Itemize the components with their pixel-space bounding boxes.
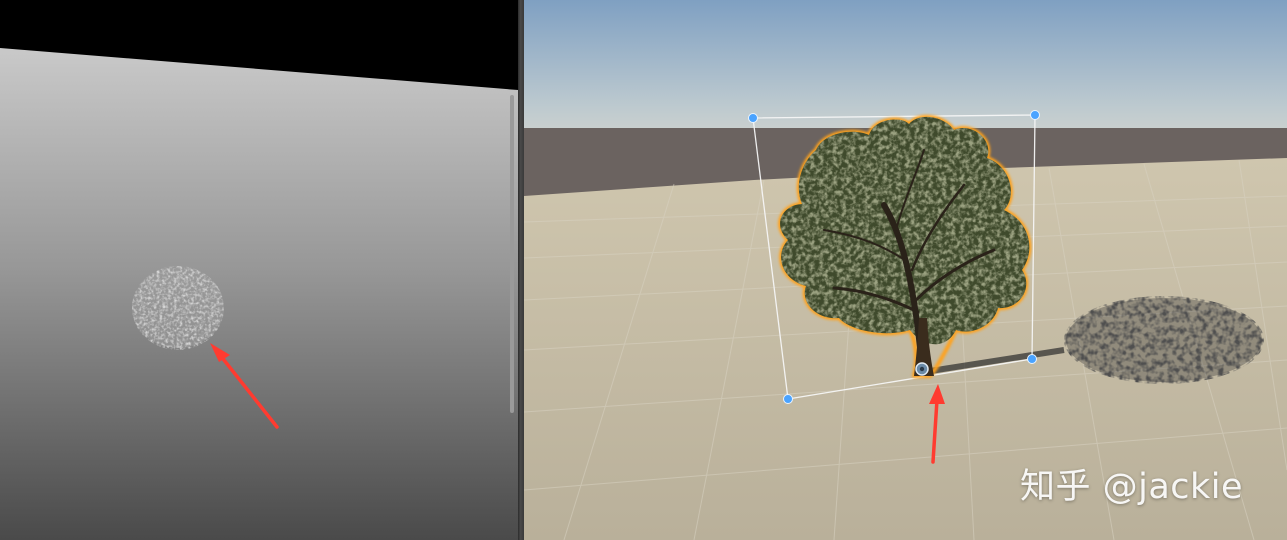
sky <box>524 0 1287 140</box>
depth-view-scrollbar[interactable] <box>508 0 518 540</box>
depth-view-canvas <box>0 0 518 540</box>
scrollbar-thumb[interactable] <box>510 95 514 413</box>
rect-handle-icon[interactable] <box>1030 110 1040 120</box>
rect-handle-icon[interactable] <box>748 113 758 123</box>
rect-handle-icon[interactable] <box>1027 354 1037 364</box>
depth-tree-blob <box>132 266 224 350</box>
watermark-text: 知乎 @jackie <box>1020 467 1244 507</box>
depth-ground-plane <box>0 48 518 540</box>
editor-split-view: 知乎 @jackie <box>0 0 1287 540</box>
rect-handle-icon[interactable] <box>783 394 793 404</box>
pivot-handle-icon[interactable] <box>915 362 929 376</box>
depth-view-panel[interactable] <box>0 0 518 540</box>
